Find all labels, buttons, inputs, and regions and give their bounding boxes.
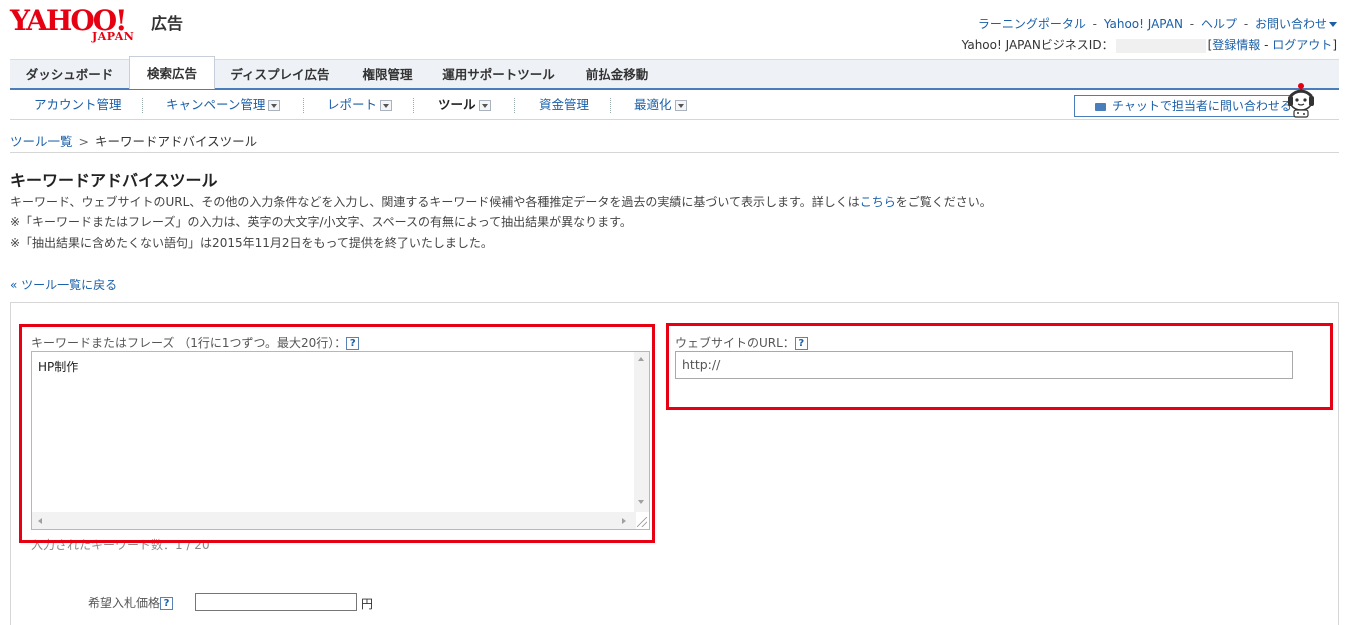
help-link[interactable]: ヘルプ [1201,17,1237,31]
subnav-tools[interactable]: ツール [438,91,491,119]
bid-label-text: 希望入札価格 [88,596,161,610]
chat-bubble-icon [1095,102,1106,111]
bid-price-input[interactable] [195,593,357,611]
yahoo-ads-logo[interactable]: YAHOO! JAPAN 広告 [10,6,190,44]
subnav-divider [413,98,414,113]
breadcrumb-arrow: > [78,134,89,149]
yahoo-japan-link[interactable]: Yahoo! JAPAN [1104,17,1183,31]
keyword-highlight-box [19,324,655,543]
page-title: キーワードアドバイスツール [10,171,218,190]
tab-permissions[interactable]: 権限管理 [345,60,430,89]
subnav-label: 資金管理 [539,97,590,112]
mascot-icon [1288,83,1314,118]
dropdown-arrow-icon[interactable] [674,100,687,111]
note-case-sensitivity: ※「キーワードまたはフレーズ」の入力は、英字の大文字/小文字、スペースの有無によ… [10,215,632,229]
tab-search-ads[interactable]: 検索広告 [129,56,215,89]
breadcrumb: ツール一覧 > キーワードアドバイスツール [10,131,257,150]
tab-support-tools[interactable]: 運用サポートツール [430,60,567,89]
business-id-label: Yahoo! JAPANビジネスID： [961,38,1114,52]
subnav-optimization[interactable]: 最適化 [634,91,687,119]
subnav-campaign-management[interactable]: キャンペーン管理 [166,91,281,119]
subnav-label: ツール [438,97,476,112]
details-link[interactable]: こちら [860,195,896,209]
breadcrumb-tools-list[interactable]: ツール一覧 [10,134,73,149]
subnav-label: キャンペーン管理 [166,97,266,112]
top-link-separator: - [1243,17,1249,31]
description-text: キーワード、ウェブサイトのURL、その他の入力条件などを入力し、関連するキーワー… [10,195,860,209]
chat-support-button[interactable]: チャットで担当者に問い合わせる [1074,95,1305,117]
account-separator: - [1264,38,1269,52]
breadcrumb-current: キーワードアドバイスツール [95,134,258,149]
top-links: ラーニングポータル - Yahoo! JAPAN - ヘルプ - お問い合わせ [978,15,1337,32]
dropdown-arrow-icon[interactable] [268,100,281,111]
business-id-masked-value [1115,38,1206,53]
subnav-reports[interactable]: レポート [327,91,393,119]
description-text-end: をご覧ください。 [895,195,992,209]
learning-portal-link[interactable]: ラーニングポータル [978,17,1086,31]
bid-unit: 円 [361,597,374,611]
url-highlight-box [666,323,1333,410]
tab-dashboard[interactable]: ダッシュボード [10,60,129,89]
note-discontinued: ※「抽出結果に含めたくない語句」は2015年11月2日をもって提供を終了いたしま… [10,236,493,250]
subnav-divider [514,98,515,113]
tab-display-ads[interactable]: ディスプレイ広告 [215,60,345,89]
dropdown-arrow-icon[interactable] [478,100,491,111]
contact-link[interactable]: お問い合わせ [1255,17,1327,31]
subnav-label: 最適化 [634,97,672,112]
logo-product-text: 広告 [151,14,184,33]
business-id-line: Yahoo! JAPANビジネスID： [登録情報 - ログアウト] [962,36,1337,53]
subnav-label: アカウント管理 [34,97,122,112]
subnav-divider [142,98,143,113]
subnav-account-management[interactable]: アカウント管理 [34,91,122,119]
chevron-down-icon[interactable] [1329,22,1337,27]
divider [10,152,1339,153]
logo-sub-text: JAPAN [92,30,135,43]
bid-price-label: 希望入札価格? [88,594,174,611]
bracket-close: ] [1332,38,1337,52]
sub-navigation: アカウント管理 キャンペーン管理 レポート ツール 資金管理 最適化 チャットで… [10,83,1339,120]
registration-info-link[interactable]: 登録情報 [1212,38,1260,52]
subnav-divider [303,98,304,113]
dropdown-arrow-icon[interactable] [380,100,393,111]
subnav-divider [610,98,611,113]
chat-button-label: チャットで担当者に問い合わせる [1112,99,1292,113]
back-to-tools-link[interactable]: « ツール一覧に戻る [10,276,117,293]
subnav-fund-management[interactable]: 資金管理 [539,91,589,119]
help-icon[interactable]: ? [160,597,174,610]
top-link-separator: - [1189,17,1195,31]
page-description: キーワード、ウェブサイトのURL、その他の入力条件などを入力し、関連するキーワー… [10,193,992,210]
logout-link[interactable]: ログアウト [1272,38,1332,52]
main-tabs: ダッシュボード 検索広告 ディスプレイ広告 権限管理 運用サポートツール 前払金… [10,56,1339,90]
tab-prepayment-transfer[interactable]: 前払金移動 [567,60,667,89]
top-link-separator: - [1092,17,1097,31]
subnav-label: レポート [327,97,378,112]
